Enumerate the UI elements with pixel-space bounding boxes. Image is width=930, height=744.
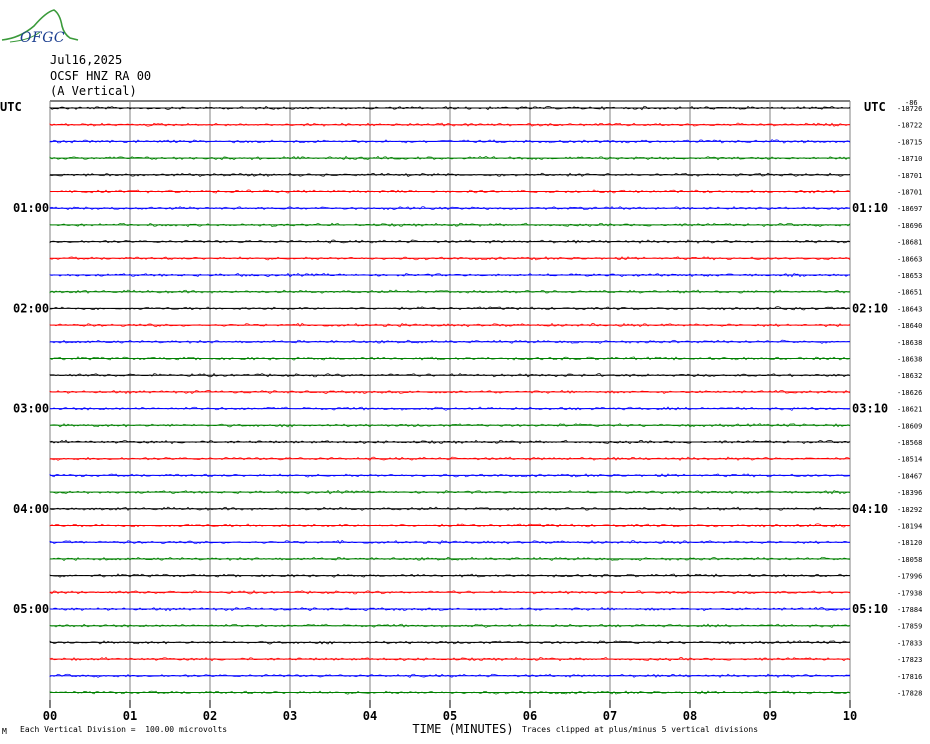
trace-offset-label: -18621 [897,406,922,414]
left-utc-label: UTC [0,100,22,114]
trace-offset-label: -18626 [897,389,922,397]
x-tick-label: 07 [603,709,617,723]
trace-offset-label: -17938 [897,589,922,597]
x-tick-label: 00 [43,709,57,723]
trace-offset-label: -17816 [897,673,922,681]
trace-offset-label: -18697 [897,205,922,213]
trace-offset-label: -18514 [897,456,922,464]
trace-offset-label: -18292 [897,506,922,514]
right-time-label: 01:10 [852,201,888,215]
trace-offset-label: -18638 [897,339,922,347]
axis-labels: 00 01 02 03 04 05 06 07 08 09 10 TIME (MINUTES) UTC U… [0,99,922,736]
trace-offset-label: -18696 [897,222,922,230]
right-time-label: 05:10 [852,602,888,616]
x-tick-label: 04 [363,709,377,723]
chart-grid [49,100,851,708]
trace-offset-label: -18568 [897,439,922,447]
trace-offset-label: -18467 [897,472,922,480]
trace-offset-label: -17833 [897,639,922,647]
trace-offset-label: -18058 [897,556,922,564]
x-tick-label: 03 [283,709,297,723]
right-utc-label: UTC [864,100,886,114]
clipping-note: Traces clipped at plus/minus 5 vertical … [522,725,759,734]
trace-offset-label: -17859 [897,623,922,631]
trace-offset-label: -18726 [897,105,922,113]
trace-offset-label: -17828 [897,690,922,698]
x-tick-label: 02 [203,709,217,723]
left-time-label: 03:00 [13,402,49,416]
trace-offset-label: -18653 [897,272,922,280]
left-time-label: 01:00 [13,201,49,215]
helicorder-chart: 00 01 02 03 04 05 06 07 08 09 10 TIME (MINUTES) UTC U… [0,99,922,736]
trace-offset-label: -18651 [897,289,922,297]
x-axis-title: TIME (MINUTES) [412,722,513,736]
trace-offset-label: -17884 [897,606,922,614]
x-tick-label: 01 [123,709,137,723]
trace-offset-label: -18638 [897,356,922,364]
left-time-label: 05:00 [13,602,49,616]
footnote-prefix: M [2,727,7,736]
trace-offset-label: -18632 [897,372,922,380]
trace-offset-label: -18722 [897,122,922,130]
trace-offset-label: -18715 [897,138,922,146]
trace-offset-label: -18640 [897,322,922,330]
vertical-division-note: Each Vertical Division = 100.00 microvol… [20,725,228,734]
trace-offset-label: -18120 [897,539,922,547]
trace-offset-label: -18396 [897,489,922,497]
right-time-label: 02:10 [852,301,888,315]
x-tick-label: 08 [683,709,697,723]
x-tick-label: 06 [523,709,537,723]
x-tick-label: 10 [843,709,857,723]
trace-offset-label: -18701 [897,172,922,180]
trace-offset-label: -17823 [897,656,922,664]
x-tick-label: 05 [443,709,457,723]
right-time-label: 04:10 [852,502,888,516]
left-time-label: 04:00 [13,502,49,516]
trace-offset-label: -17996 [897,573,922,581]
trace-offset-label: -18701 [897,189,922,197]
trace-offset-label: -18681 [897,239,922,247]
trace-offset-label: -18194 [897,523,922,531]
trace-offset-label: -18710 [897,155,922,163]
trace-offset-label: -18643 [897,305,922,313]
trace-offset-label: -18609 [897,422,922,430]
x-tick-label: 09 [763,709,777,723]
right-time-label: 03:10 [852,402,888,416]
left-time-label: 02:00 [13,301,49,315]
trace-offset-label: -18663 [897,255,922,263]
